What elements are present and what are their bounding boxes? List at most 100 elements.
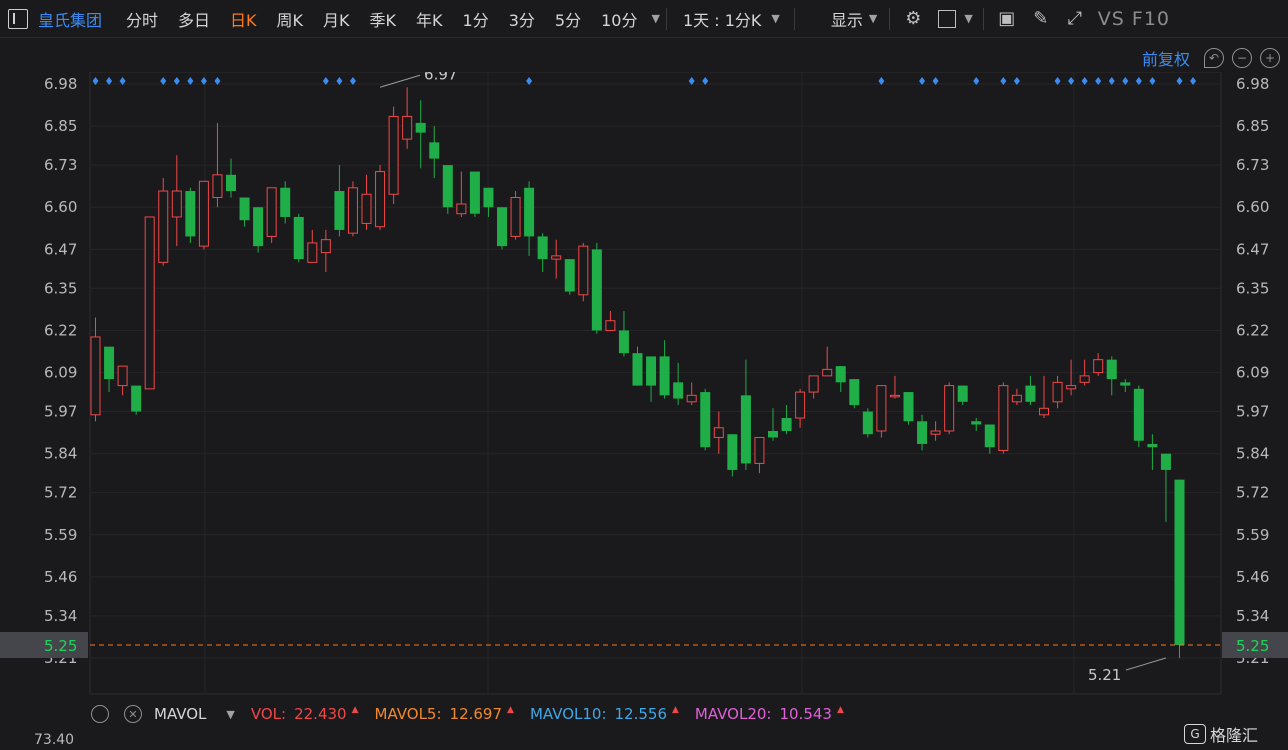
- zoom-out-icon[interactable]: −: [1232, 48, 1252, 68]
- y-tick-label-left: 6.60: [44, 198, 77, 216]
- candle-body: [754, 436, 765, 464]
- candle-body: [713, 427, 724, 438]
- volume-value: 22.430: [294, 705, 347, 723]
- low-label-leader: [1125, 657, 1167, 671]
- candle-body: [131, 385, 142, 412]
- candle-body: [510, 197, 521, 237]
- y-tick-label-right: 6.85: [1236, 117, 1269, 135]
- candle-body: [293, 216, 304, 260]
- divider: [982, 7, 984, 30]
- period-tab[interactable]: 分时: [116, 7, 168, 31]
- candle-body: [198, 180, 209, 247]
- menu-icon[interactable]: [8, 8, 28, 29]
- chevron-down-icon[interactable]: ▼: [869, 12, 877, 25]
- close-icon[interactable]: ✕: [124, 705, 142, 723]
- candle-body: [632, 353, 643, 386]
- y-tick-label-left: 6.85: [44, 117, 77, 135]
- candle-body: [402, 115, 413, 140]
- gear-icon[interactable]: ⚙: [902, 8, 924, 30]
- candle-body: [876, 385, 887, 432]
- y-tick-label-left: 6.09: [44, 364, 77, 382]
- up-arrow-icon: ▲: [836, 705, 844, 715]
- undo-icon[interactable]: ↶: [1204, 48, 1224, 68]
- interval-select[interactable]: 1天 : 1分K: [673, 7, 771, 31]
- period-tab[interactable]: 多日: [168, 7, 220, 31]
- period-tab[interactable]: 季K: [360, 7, 407, 31]
- y-tick-label-right: 6.98: [1236, 75, 1269, 93]
- candle-body: [212, 174, 223, 199]
- candle-body: [822, 368, 833, 377]
- y-tick-label-right: 5.59: [1236, 526, 1269, 544]
- candle-body: [930, 430, 941, 435]
- period-tab[interactable]: 1分: [453, 7, 499, 31]
- y-tick-label-left: 5.34: [44, 607, 77, 625]
- y-tick-label-right: 5.72: [1236, 484, 1269, 502]
- y-tick-label-left: 5.84: [44, 445, 77, 463]
- candle-body: [1079, 375, 1090, 383]
- square-icon[interactable]: [936, 8, 958, 30]
- candle-body: [903, 392, 914, 422]
- chevron-down-icon[interactable]: ▼: [226, 708, 234, 721]
- period-tab[interactable]: 5分: [545, 7, 591, 31]
- candle-body: [1066, 385, 1077, 390]
- candle-body: [618, 330, 629, 354]
- period-tabs: 分时 多日 日K 周K 月K 季K 年K 1分 3分 5分 10分: [116, 7, 647, 31]
- candle-body: [727, 434, 738, 470]
- candle-body: [524, 187, 535, 237]
- candle-body: [944, 385, 955, 432]
- chevron-down-icon[interactable]: ▼: [771, 12, 779, 25]
- volume-value: 12.556: [614, 705, 668, 723]
- y-tick-label-right: 6.47: [1236, 240, 1269, 258]
- vs-f10-button[interactable]: VS F10: [1098, 8, 1170, 30]
- candle-body: [171, 190, 182, 218]
- candle-body: [144, 216, 155, 390]
- y-tick-label-right: 5.46: [1236, 568, 1269, 586]
- chevron-down-icon[interactable]: ▼: [651, 12, 659, 25]
- candle-body: [578, 245, 589, 296]
- pencil-icon[interactable]: ✎: [1030, 8, 1052, 30]
- candle-body: [957, 385, 968, 402]
- candle-body: [320, 239, 331, 254]
- period-tab[interactable]: 3分: [499, 7, 545, 31]
- candle-body: [1106, 359, 1117, 380]
- candle-body: [862, 411, 873, 435]
- candle-body: [483, 187, 494, 208]
- candle-body: [673, 382, 684, 399]
- candle-body: [646, 356, 657, 386]
- period-tab[interactable]: 年K: [406, 7, 453, 31]
- period-tab[interactable]: 10分: [591, 7, 647, 31]
- camera-icon[interactable]: ▣: [996, 8, 1018, 30]
- stock-name[interactable]: 皇氏集团: [38, 7, 102, 31]
- candle-body: [1093, 359, 1104, 374]
- candle-body: [361, 193, 372, 224]
- expand-icon[interactable]: ⤢: [1064, 8, 1086, 30]
- candlestick-chart[interactable]: 6.98 6.98 6.85 6.85 6.73 6.73 6.60 6.60 6.47 6.47…: [0, 72, 1288, 700]
- divider: [889, 7, 891, 30]
- up-arrow-icon: ▲: [672, 705, 679, 715]
- up-arrow-icon: ▲: [351, 705, 359, 715]
- candle-body: [266, 187, 277, 237]
- volume-key: MAVOL10:: [529, 705, 607, 723]
- divider: [665, 7, 667, 30]
- logo-icon: G: [1183, 724, 1206, 744]
- period-tab[interactable]: 日K: [220, 7, 267, 31]
- candle-body: [1011, 394, 1022, 403]
- period-tab[interactable]: 月K: [313, 7, 360, 31]
- period-tab[interactable]: 周K: [267, 7, 314, 31]
- zoom-in-icon[interactable]: +: [1260, 48, 1280, 68]
- candle-body: [1025, 385, 1036, 402]
- candle-body: [917, 421, 928, 444]
- volume-key: MAVOL5:: [374, 705, 442, 723]
- y-tick-label-right: 6.73: [1236, 156, 1269, 174]
- candle-body: [253, 207, 264, 247]
- y-tick-label-left: 5.72: [44, 484, 77, 502]
- low-label: 5.21: [1088, 666, 1121, 684]
- gear-icon[interactable]: [91, 705, 109, 723]
- chevron-down-icon[interactable]: ▼: [964, 12, 972, 25]
- candle-body: [104, 346, 115, 380]
- display-menu[interactable]: 显示: [821, 7, 869, 31]
- indicator-name[interactable]: MAVOL: [154, 705, 206, 723]
- adjust-select[interactable]: 前复权: [1142, 46, 1190, 70]
- candle-body: [388, 115, 399, 195]
- candle-body: [90, 336, 101, 416]
